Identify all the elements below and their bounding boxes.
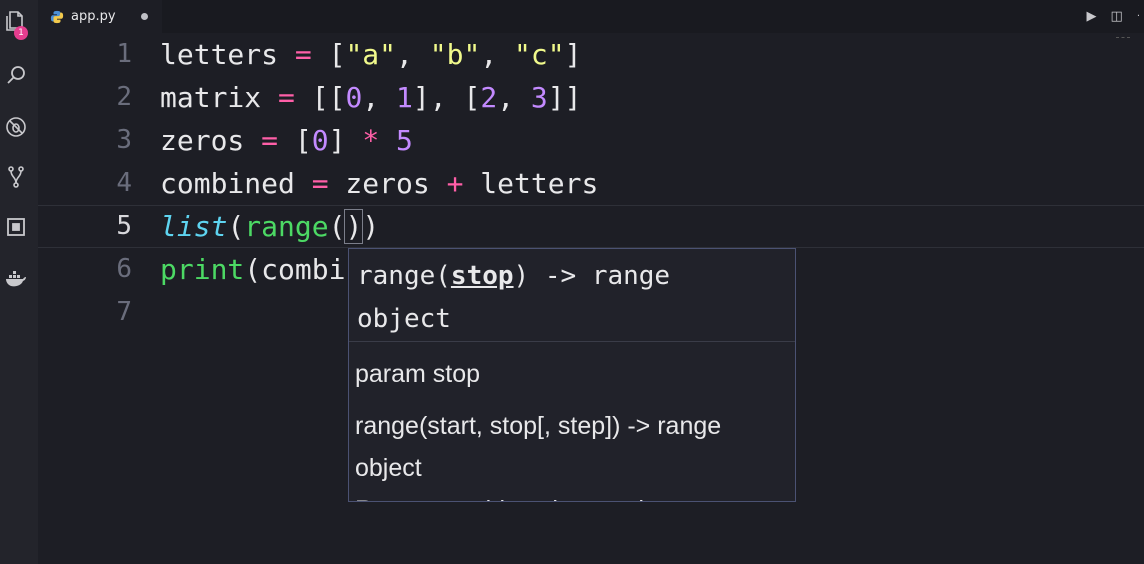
code-token: 0: [345, 81, 363, 114]
vscode-window: 1 app.py ▶ ◫ · 1 letters = ["a", "b", "c…: [0, 0, 1144, 564]
doc-param: param stop: [355, 360, 481, 388]
code-line[interactable]: 1 letters = ["a", "b", "c"]: [38, 33, 1144, 76]
split-editor-icon[interactable]: ◫: [1111, 9, 1123, 24]
tab-label: app.py: [71, 9, 116, 24]
code-token: ], [: [412, 81, 481, 114]
tab-actions: ▶ ◫ ·: [1073, 0, 1140, 33]
search-icon[interactable]: [3, 62, 29, 88]
doc-alt-signature-2: object: [355, 454, 422, 482]
code-token: *: [362, 124, 380, 157]
tab-bar: app.py ▶ ◫ ·: [38, 0, 1144, 33]
debug-icon[interactable]: [3, 114, 29, 140]
code-line[interactable]: 3 zeros = [0] * 5: [38, 119, 1144, 162]
code-token: range: [244, 210, 329, 243]
signature-prefix: range(: [357, 261, 451, 291]
code-token: zeros: [328, 167, 447, 200]
code-token: =: [311, 167, 329, 200]
line-number: 3: [116, 125, 132, 155]
unsaved-dot-icon[interactable]: [141, 13, 148, 20]
python-icon: [50, 10, 64, 23]
code-token: 5: [396, 124, 413, 157]
line-code: matrix = [[0, 1], [2, 3]]: [160, 76, 581, 119]
code-token: "b": [429, 38, 481, 71]
code-token: [: [311, 38, 346, 71]
code-line[interactable]: 4 combined = zeros + letters: [38, 162, 1144, 205]
line-code: print(combi: [160, 248, 345, 291]
code-token: =: [294, 38, 312, 71]
signature-line2: object: [357, 304, 451, 334]
code-token: =: [261, 124, 279, 157]
code-editor[interactable]: 1 letters = ["a", "b", "c"] 2 matrix = [[0,…: [38, 33, 1144, 564]
code-token: 2: [480, 81, 498, 114]
doc-cutoff: Return an object that produces: [355, 489, 791, 501]
signature-documentation: param stop range(start, stop[, step]) ->…: [355, 353, 791, 501]
code-token: +: [446, 167, 464, 200]
line-number: 6: [116, 254, 132, 284]
line-code: combined = zeros + letters: [160, 162, 598, 205]
code-token: ,: [362, 81, 397, 114]
signature-label: range(stop) -> range object: [349, 249, 795, 342]
code-token: print: [160, 253, 245, 286]
code-token: letters: [463, 167, 599, 200]
line-number: 1: [116, 39, 132, 69]
code-token: (: [328, 210, 346, 243]
extensions-icon[interactable]: [3, 214, 29, 240]
line-number: 4: [116, 168, 132, 198]
line-number: 7: [116, 297, 132, 327]
code-token: "c": [514, 38, 565, 71]
docker-icon[interactable]: [3, 266, 29, 292]
code-token: ,: [497, 81, 531, 114]
code-token: ,: [480, 38, 515, 71]
code-token: ,: [396, 38, 430, 71]
code-token: [: [278, 124, 312, 157]
code-token: (combi: [244, 253, 346, 286]
code-token: "a": [345, 38, 397, 71]
code-token: ): [344, 209, 364, 244]
more-icon[interactable]: ·: [1137, 11, 1140, 22]
source-control-icon[interactable]: [3, 164, 29, 190]
code-token: 3: [530, 81, 548, 114]
code-token: =: [278, 81, 295, 114]
line-number: 2: [116, 82, 132, 112]
signature-suffix: ) -> range: [513, 261, 671, 291]
code-token: 0: [311, 124, 329, 157]
active-parameter: stop: [450, 261, 514, 291]
line-code: list(range()): [160, 206, 379, 247]
play-icon[interactable]: ▶: [1087, 9, 1097, 24]
code-token: ]]: [547, 81, 582, 114]
line-number: 5: [116, 211, 132, 241]
code-token: ]: [328, 124, 363, 157]
code-token: zeros: [160, 124, 262, 157]
code-token: 1: [396, 81, 413, 114]
tab-app-py[interactable]: app.py: [38, 0, 162, 33]
code-token: [[: [294, 81, 346, 114]
code-token: ): [362, 210, 380, 243]
code-token: (: [227, 210, 245, 243]
signature-help-popup: range(stop) -> range object param stop ra…: [348, 248, 796, 502]
line-code: zeros = [0] * 5: [160, 119, 413, 162]
code-token: combined: [160, 167, 312, 200]
code-line[interactable]: 2 matrix = [[0, 1], [2, 3]]: [38, 76, 1144, 119]
code-line[interactable]: 5 list(range()): [38, 205, 1144, 248]
code-token: list: [160, 210, 228, 243]
explorer-badge: 1: [14, 26, 28, 40]
line-code: letters = ["a", "b", "c"]: [160, 33, 581, 76]
code-token: matrix: [160, 81, 279, 114]
activity-bar: 1: [0, 0, 39, 564]
code-token: letters: [160, 38, 295, 71]
code-token: ]: [564, 38, 582, 71]
doc-alt-signature-1: range(start, stop[, step]) -> range: [355, 412, 722, 440]
